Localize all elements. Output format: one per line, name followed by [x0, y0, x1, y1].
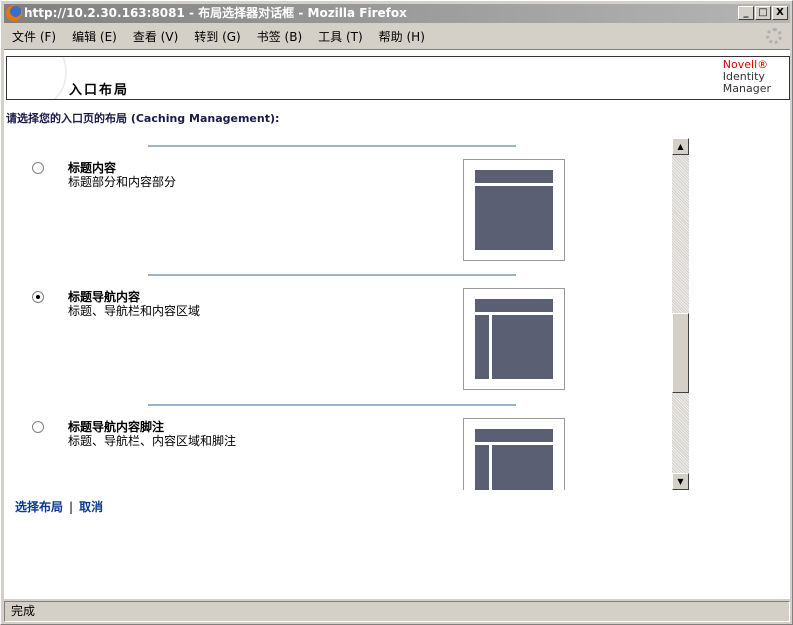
browser-window: http://10.2.30.163:8081 - 布局选择器对话框 - Moz…	[0, 0, 793, 625]
menu-go[interactable]: 转到 (G)	[186, 28, 248, 45]
menu-tools[interactable]: 工具 (T)	[310, 28, 371, 45]
link-separator: |	[69, 500, 74, 514]
scroll-down-button[interactable]: ▼	[672, 473, 689, 490]
menu-view[interactable]: 查看 (V)	[125, 28, 186, 45]
close-button[interactable]: X	[772, 6, 788, 20]
title-bar: http://10.2.30.163:8081 - 布局选择器对话框 - Moz…	[4, 4, 790, 23]
separator	[148, 404, 516, 406]
layout-list: 标题内容 标题部分和内容部分 标题导航内容 标题、导航栏和内容区域 标题导航内容…	[11, 138, 690, 490]
status-bar: 完成	[4, 601, 790, 622]
layout-preview[interactable]	[463, 418, 565, 490]
page-content: 入口布局 Novell® Identity Manager 请选择您的入口页的布…	[4, 49, 790, 599]
action-links: 选择布局 | 取消	[15, 498, 103, 515]
menu-edit[interactable]: 编辑 (E)	[64, 28, 125, 45]
firefox-icon	[6, 5, 22, 21]
menu-bar: 文件 (F) 编辑 (E) 查看 (V) 转到 (G) 书签 (B) 工具 (T…	[4, 25, 790, 47]
window-title: http://10.2.30.163:8081 - 布局选择器对话框 - Moz…	[24, 6, 407, 20]
scroll-up-button[interactable]: ▲	[672, 138, 689, 155]
menu-file[interactable]: 文件 (F)	[4, 28, 64, 45]
layout-radio[interactable]	[32, 421, 44, 433]
separator	[148, 274, 516, 276]
layout-option: 标题导航内容脚注 标题、导航栏、内容区域和脚注	[11, 404, 671, 490]
novell-logo: Novell® Identity Manager	[723, 59, 771, 95]
scrollbar-thumb[interactable]	[672, 313, 689, 393]
layout-preview[interactable]	[463, 159, 565, 261]
layout-option: 标题内容 标题部分和内容部分	[11, 145, 671, 275]
layout-option: 标题导航内容 标题、导航栏和内容区域	[11, 274, 671, 404]
option-desc: 标题部分和内容部分	[68, 175, 177, 189]
logo-line2: Manager	[722, 82, 771, 95]
menu-bookmarks[interactable]: 书签 (B)	[249, 28, 310, 45]
maximize-button[interactable]: □	[755, 6, 771, 20]
throbber-icon	[766, 28, 782, 44]
gear-watermark-icon	[7, 57, 67, 99]
layout-radio-selected[interactable]	[32, 291, 44, 303]
menu-help[interactable]: 帮助 (H)	[371, 28, 433, 45]
minimize-button[interactable]: _	[738, 6, 754, 20]
vertical-scrollbar[interactable]: ▲ ▼	[672, 138, 689, 490]
option-desc: 标题、导航栏和内容区域	[68, 304, 201, 318]
cancel-link[interactable]: 取消	[79, 500, 103, 514]
layout-preview[interactable]	[463, 288, 565, 390]
separator	[148, 145, 516, 147]
page-header: 入口布局 Novell® Identity Manager	[6, 56, 790, 100]
layout-radio[interactable]	[32, 162, 44, 174]
prompt-text: 请选择您的入口页的布局 (Caching Management):	[6, 112, 280, 125]
select-layout-link[interactable]: 选择布局	[15, 500, 63, 514]
page-title: 入口布局	[69, 83, 130, 98]
option-desc: 标题、导航栏、内容区域和脚注	[68, 434, 237, 448]
